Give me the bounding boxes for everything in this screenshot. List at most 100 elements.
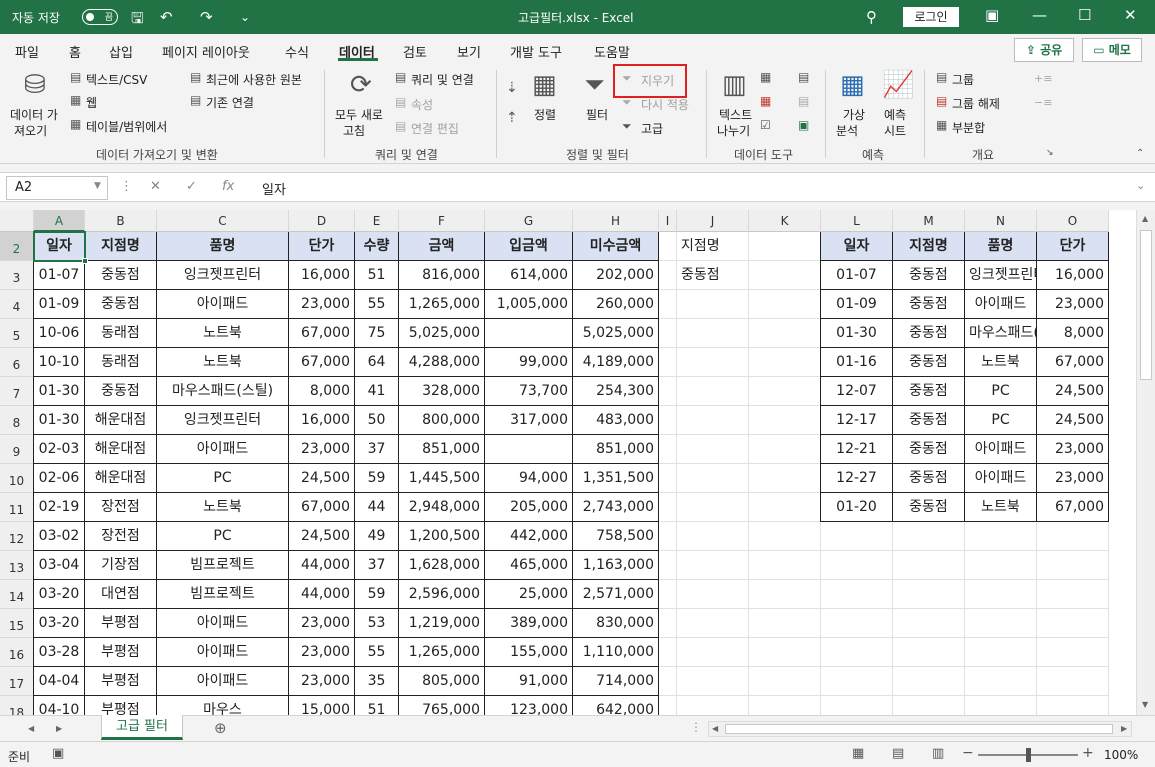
grid-cell[interactable] — [749, 551, 821, 580]
table-cell[interactable]: 35 — [355, 667, 399, 696]
table-cell[interactable]: 75 — [355, 319, 399, 348]
close-icon[interactable]: ✕ — [1124, 6, 1137, 24]
reapply-button[interactable]: 다시 적용 — [641, 96, 689, 113]
row-header[interactable]: 17 — [0, 667, 34, 696]
grid-cell[interactable] — [677, 319, 749, 348]
table-cell[interactable]: 24,500 — [289, 522, 355, 551]
group-button[interactable]: 그룹 — [952, 71, 974, 88]
text-csv-button[interactable]: 텍스트/CSV — [86, 71, 147, 88]
table-cell[interactable]: 816,000 — [399, 261, 485, 290]
result-cell[interactable]: 01-09 — [821, 290, 893, 319]
formula-input[interactable]: 일자 — [262, 179, 286, 198]
table-cell[interactable]: 04-04 — [34, 667, 85, 696]
grid-cell[interactable] — [749, 290, 821, 319]
sort-az-icon[interactable]: ⇣ — [506, 80, 518, 96]
grid-cell[interactable] — [749, 464, 821, 493]
column-header-a[interactable]: A — [34, 210, 85, 232]
table-cell[interactable]: 765,000 — [399, 696, 485, 715]
column-header-g[interactable]: G — [485, 210, 573, 232]
grid-cell[interactable] — [659, 290, 677, 319]
grid-cell[interactable] — [749, 406, 821, 435]
enter-icon[interactable]: ✓ — [186, 179, 197, 194]
result-cell[interactable]: 12-27 — [821, 464, 893, 493]
grid-cell[interactable] — [659, 522, 677, 551]
table-cell[interactable]: 465,000 — [485, 551, 573, 580]
grid-cell[interactable] — [965, 580, 1037, 609]
web-button[interactable]: 웹 — [86, 94, 97, 111]
select-all-corner[interactable] — [0, 210, 34, 232]
horizontal-scrollbar[interactable]: ◀ ▶ — [708, 721, 1132, 737]
column-header-j[interactable]: J — [677, 210, 749, 232]
table-cell[interactable]: 51 — [355, 261, 399, 290]
column-header-h[interactable]: H — [573, 210, 659, 232]
result-cell[interactable]: 중동점 — [893, 377, 965, 406]
table-cell[interactable]: 동래점 — [85, 319, 157, 348]
column-header-d[interactable]: D — [289, 210, 355, 232]
table-cell[interactable]: 44,000 — [289, 580, 355, 609]
table-cell[interactable]: 614,000 — [485, 261, 573, 290]
grid-cell[interactable] — [821, 580, 893, 609]
table-cell[interactable]: 123,000 — [485, 696, 573, 715]
table-cell[interactable]: 23,000 — [289, 435, 355, 464]
grid-cell[interactable] — [677, 435, 749, 464]
row-header[interactable]: 18 — [0, 696, 34, 715]
table-cell[interactable]: 4,189,000 — [573, 348, 659, 377]
table-cell[interactable]: 02-03 — [34, 435, 85, 464]
table-cell[interactable]: 317,000 — [485, 406, 573, 435]
table-cell[interactable]: 노트북 — [157, 319, 289, 348]
column-header-c[interactable]: C — [157, 210, 289, 232]
grid-cell[interactable] — [821, 522, 893, 551]
scroll-up-icon[interactable]: ▲ — [1142, 214, 1148, 223]
table-cell[interactable]: 아이패드 — [157, 609, 289, 638]
table-cell[interactable]: 부평점 — [85, 696, 157, 715]
table-header-cell[interactable]: 수량 — [355, 232, 399, 261]
name-box[interactable]: A2 — [6, 176, 108, 200]
row-header[interactable]: 3 — [0, 261, 34, 290]
row-header[interactable]: 9 — [0, 435, 34, 464]
table-cell[interactable]: 아이패드 — [157, 290, 289, 319]
table-cell[interactable]: 중동점 — [85, 377, 157, 406]
scroll-right-icon[interactable]: ▶ — [1121, 724, 1127, 733]
relationships-icon[interactable]: ▤ — [798, 94, 809, 108]
table-cell[interactable]: 41 — [355, 377, 399, 406]
grid-cell[interactable] — [1037, 522, 1109, 551]
column-header-o[interactable]: O — [1037, 210, 1109, 232]
zoom-level[interactable]: 100% — [1104, 748, 1138, 762]
table-cell[interactable]: 67,000 — [289, 319, 355, 348]
grid-cell[interactable] — [659, 667, 677, 696]
table-cell[interactable]: 51 — [355, 696, 399, 715]
result-header-cell[interactable]: 일자 — [821, 232, 893, 261]
tab-file[interactable]: 파일 — [15, 42, 39, 61]
table-header-cell[interactable]: 금액 — [399, 232, 485, 261]
table-cell[interactable]: 830,000 — [573, 609, 659, 638]
table-cell[interactable]: 99,000 — [485, 348, 573, 377]
table-cell[interactable]: 758,500 — [573, 522, 659, 551]
table-cell[interactable]: 03-20 — [34, 580, 85, 609]
table-cell[interactable]: 23,000 — [289, 667, 355, 696]
row-header[interactable]: 8 — [0, 406, 34, 435]
column-header-m[interactable]: M — [893, 210, 965, 232]
grid-cell[interactable] — [749, 232, 821, 261]
insert-function-icon[interactable]: fx — [222, 179, 234, 194]
customize-qat-icon[interactable]: ⌄ — [240, 10, 250, 24]
table-cell[interactable]: 53 — [355, 609, 399, 638]
result-cell[interactable]: 중동점 — [893, 435, 965, 464]
table-cell[interactable]: 483,000 — [573, 406, 659, 435]
table-cell[interactable]: 851,000 — [573, 435, 659, 464]
table-cell[interactable]: 55 — [355, 638, 399, 667]
table-cell[interactable]: 23,000 — [289, 638, 355, 667]
grid-cell[interactable] — [659, 406, 677, 435]
grid-cell[interactable] — [677, 696, 749, 715]
table-cell[interactable]: 장전점 — [85, 522, 157, 551]
table-cell[interactable]: 1,265,000 — [399, 290, 485, 319]
grid-cell[interactable] — [659, 232, 677, 261]
horizontal-scroll-thumb[interactable] — [725, 724, 1113, 734]
cancel-icon[interactable]: ✕ — [150, 179, 161, 194]
macro-record-icon[interactable]: ▣ — [52, 746, 64, 761]
table-cell[interactable]: 1,005,000 — [485, 290, 573, 319]
grid-cell[interactable] — [677, 522, 749, 551]
table-cell[interactable]: 254,300 — [573, 377, 659, 406]
column-header-l[interactable]: L — [821, 210, 893, 232]
grid-cell[interactable] — [659, 493, 677, 522]
table-cell[interactable]: 67,000 — [289, 493, 355, 522]
